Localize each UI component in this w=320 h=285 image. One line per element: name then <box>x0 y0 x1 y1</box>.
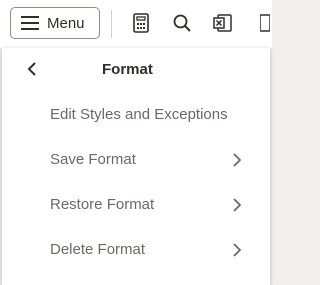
menu-item-edit-styles[interactable]: Edit Styles and Exceptions <box>2 92 270 137</box>
menu-item-label: Restore Format <box>50 196 155 213</box>
menu-item-delete-format[interactable]: Delete Format <box>2 227 270 272</box>
menu-item-label: Delete Format <box>50 241 146 258</box>
menu-item-restore-format[interactable]: Restore Format <box>2 182 270 227</box>
back-chevron-icon[interactable] <box>24 61 40 77</box>
menu-item-save-format[interactable]: Save Format <box>2 137 270 182</box>
chevron-right-icon <box>231 152 243 167</box>
format-panel: Format Edit Styles and Exceptions Save F… <box>2 48 270 285</box>
hamburger-icon <box>21 16 39 30</box>
menu-button[interactable]: Menu <box>10 7 100 39</box>
menu-button-label: Menu <box>47 14 85 32</box>
chevron-right-icon <box>231 197 243 212</box>
menu-item-label: Edit Styles and Exceptions <box>50 106 228 123</box>
panel-header: Format <box>2 48 270 92</box>
search-icon[interactable] <box>171 12 193 34</box>
menu-item-label: Save Format <box>50 151 136 168</box>
excel-icon[interactable] <box>212 12 234 34</box>
panel-title: Format <box>102 61 153 78</box>
toolbar-overflow-icon[interactable] <box>257 12 272 34</box>
chevron-right-icon <box>231 242 243 257</box>
toolbar: Menu <box>0 0 272 48</box>
format-menu-list: Edit Styles and Exceptions Save Format R… <box>2 92 270 272</box>
calculator-icon[interactable] <box>130 12 152 34</box>
toolbar-divider <box>111 10 112 38</box>
